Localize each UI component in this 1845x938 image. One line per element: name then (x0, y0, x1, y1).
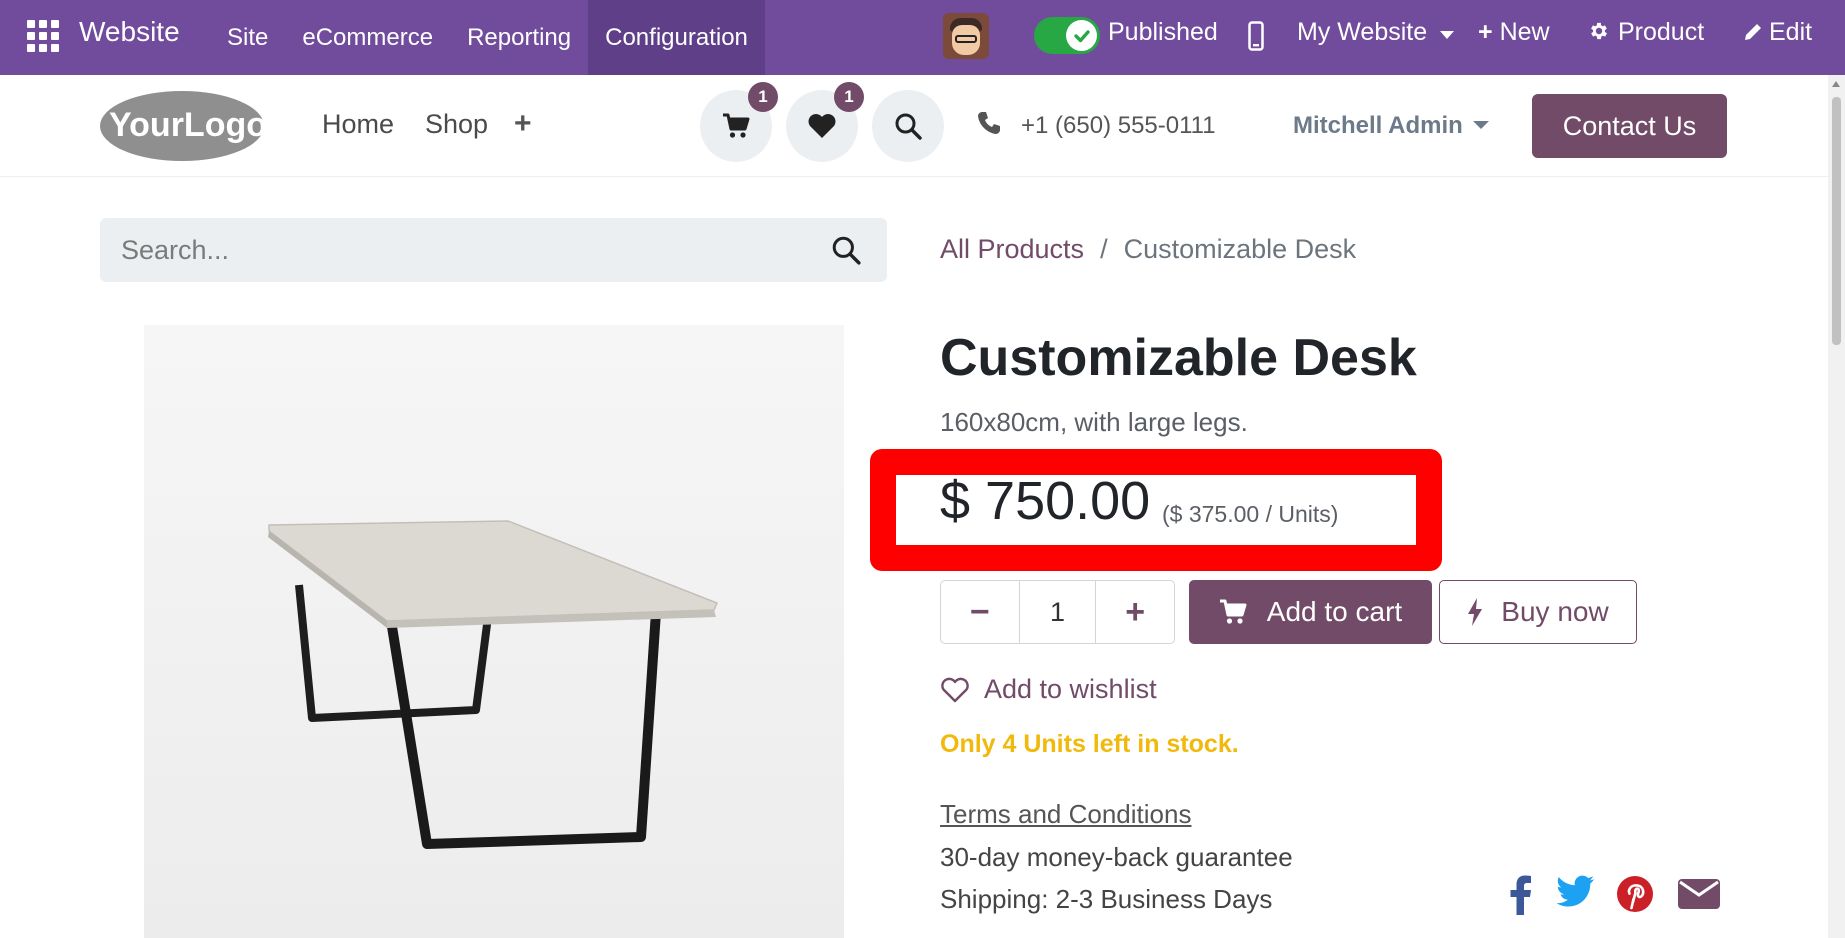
published-toggle[interactable] (1034, 17, 1100, 54)
facebook-icon[interactable] (1510, 875, 1532, 920)
top-menu: Site eCommerce Reporting Configuration (210, 0, 765, 75)
buy-now-label: Buy now (1501, 596, 1609, 627)
page-scrollbar[interactable] (1828, 75, 1845, 938)
scroll-up-arrow-icon[interactable] (1832, 81, 1840, 87)
search-input[interactable] (100, 218, 820, 282)
add-to-wishlist-link[interactable]: Add to wishlist (940, 674, 1157, 705)
header-search-button[interactable] (872, 90, 944, 162)
guarantee-text: 30-day money-back guarantee (940, 842, 1293, 872)
logo-text: YourLogo (109, 106, 266, 144)
email-icon[interactable] (1678, 875, 1720, 916)
pencil-icon (1745, 24, 1761, 40)
phone-number[interactable]: +1 (650) 555-0111 (1021, 112, 1216, 140)
apps-menu-icon[interactable] (27, 20, 59, 52)
menu-ecommerce[interactable]: eCommerce (285, 0, 450, 75)
add-to-cart-label: Add to cart (1266, 596, 1403, 627)
mobile-preview-icon[interactable] (1248, 21, 1264, 56)
phone-icon (977, 111, 1001, 140)
buy-now-button[interactable]: Buy now (1439, 580, 1637, 644)
add-menu-item-icon[interactable]: + (514, 107, 532, 141)
website-selector[interactable]: My Website (1297, 18, 1455, 47)
new-button[interactable]: + New (1478, 18, 1550, 47)
contact-us-button[interactable]: Contact Us (1532, 94, 1727, 158)
nav-home[interactable]: Home (322, 109, 394, 140)
edit-button[interactable]: Edit (1743, 18, 1812, 47)
site-header: YourLogo Home Shop + 1 1 +1 (650) 555-01… (0, 75, 1828, 177)
wishlist-count-badge: 1 (834, 82, 864, 112)
quantity-minus-button[interactable]: − (941, 581, 1019, 643)
cart-button[interactable]: 1 (700, 82, 778, 162)
chevron-down-icon[interactable] (1473, 121, 1489, 129)
scrollbar-thumb[interactable] (1832, 97, 1841, 345)
heart-outline-icon (941, 677, 969, 702)
wishlist-button[interactable]: 1 (786, 82, 864, 162)
breadcrumb-all-products[interactable]: All Products (940, 234, 1084, 265)
terms-and-conditions-link[interactable]: Terms and Conditions (940, 799, 1191, 830)
search-icon (895, 113, 922, 140)
stock-warning: Only 4 Units left in stock. (940, 730, 1239, 758)
menu-reporting[interactable]: Reporting (450, 0, 588, 75)
shopping-cart-icon (1219, 599, 1247, 624)
caret-down-icon (1440, 31, 1455, 39)
plus-icon: + (1478, 18, 1493, 46)
breadcrumb-separator: / (1100, 234, 1108, 264)
gear-icon (1591, 22, 1607, 40)
quantity-plus-button[interactable]: + (1096, 581, 1174, 643)
odoo-top-bar: Website Site eCommerce Reporting Configu… (0, 0, 1845, 75)
shopping-cart-icon (723, 113, 750, 138)
shipping-text: Shipping: 2-3 Business Days (940, 884, 1273, 914)
edit-button-label: Edit (1769, 18, 1813, 46)
menu-site[interactable]: Site (210, 0, 285, 75)
breadcrumb: All Products / Customizable Desk (940, 234, 1356, 265)
user-avatar[interactable] (943, 13, 989, 59)
product-image[interactable] (144, 325, 844, 938)
heart-icon (808, 114, 836, 138)
product-description: 160x80cm, with large legs. (940, 407, 1248, 437)
quantity-stepper: − 1 + (940, 580, 1175, 644)
search-icon[interactable] (831, 235, 861, 270)
product-search (100, 218, 887, 282)
quantity-input[interactable]: 1 (1018, 581, 1097, 643)
unit-price: ($ 375.00 / Units) (1162, 501, 1339, 527)
product-menu-button[interactable]: Product (1588, 18, 1704, 47)
add-to-cart-button[interactable]: Add to cart (1189, 580, 1432, 644)
product-menu-label: Product (1618, 18, 1705, 46)
site-logo[interactable]: YourLogo (99, 90, 267, 162)
nav-shop[interactable]: Shop (425, 109, 488, 140)
check-icon (1066, 20, 1097, 51)
pinterest-icon[interactable] (1616, 875, 1654, 918)
lightning-icon (1468, 598, 1483, 626)
twitter-icon[interactable] (1556, 875, 1595, 914)
product-title: Customizable Desk (940, 329, 1417, 387)
published-label[interactable]: Published (1108, 18, 1218, 47)
user-menu[interactable]: Mitchell Admin (1293, 112, 1463, 140)
breadcrumb-current: Customizable Desk (1123, 234, 1357, 264)
website-selector-label: My Website (1297, 18, 1428, 46)
menu-configuration[interactable]: Configuration (588, 0, 765, 75)
cart-count-badge: 1 (748, 82, 778, 112)
product-price: $ 750.00 (940, 471, 1151, 531)
new-button-label: New (1499, 18, 1550, 46)
add-to-wishlist-label: Add to wishlist (984, 674, 1157, 704)
app-brand[interactable]: Website (79, 16, 180, 48)
